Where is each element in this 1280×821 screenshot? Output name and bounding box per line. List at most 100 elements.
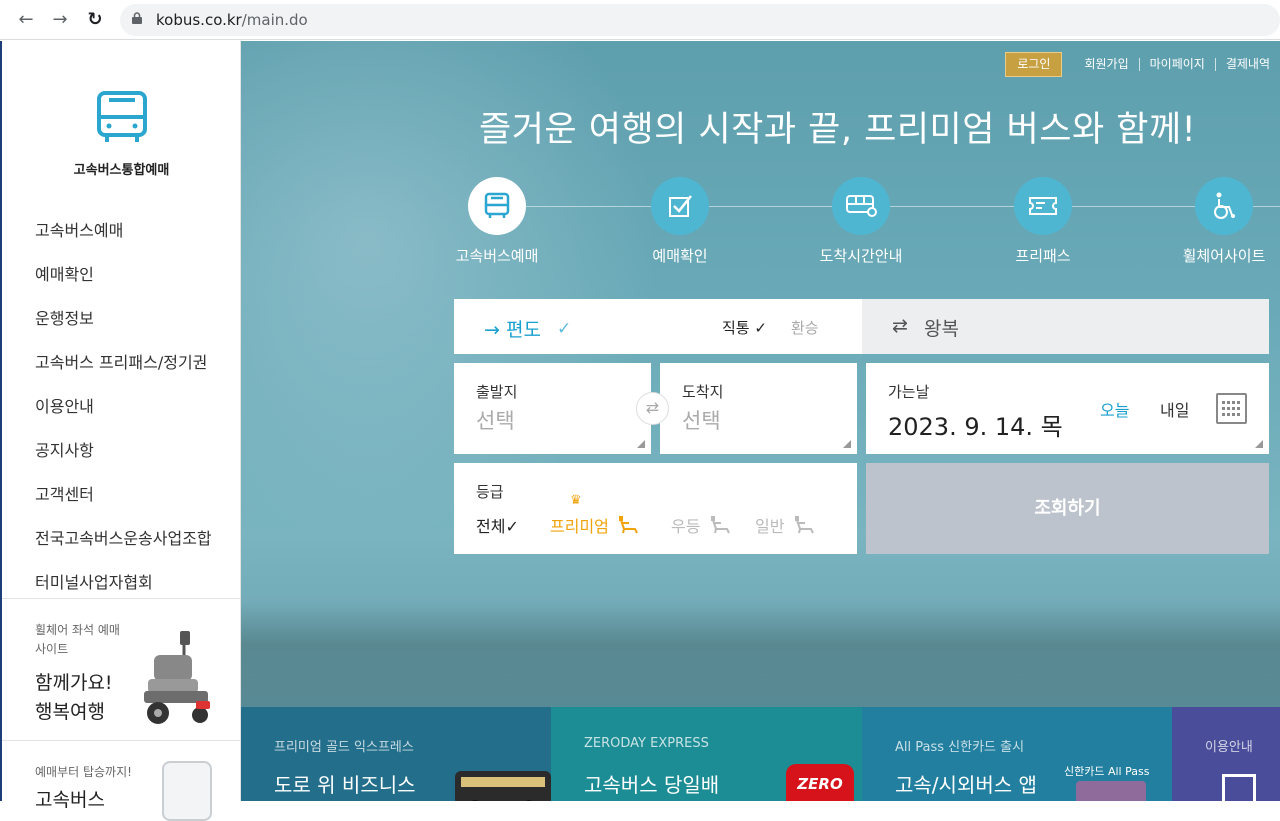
sidebar: 고속버스통합예매 고속버스예매 예매확인 운행정보 고속버스 프리패스/정기권 … — [0, 41, 241, 801]
arrival-selector[interactable]: 도착지 선택 — [660, 363, 857, 454]
forward-icon[interactable]: → — [48, 8, 72, 32]
checkbox-icon — [651, 177, 709, 235]
grade-normal-label: 일반 — [755, 517, 784, 536]
transfer-option[interactable]: 환승 — [791, 317, 819, 338]
sidebar-item-booking-check[interactable]: 예매확인 — [35, 261, 212, 305]
site-logo[interactable]: 고속버스통합예매 — [2, 89, 241, 178]
check-icon: ✓ — [505, 517, 518, 536]
tomorrow-button[interactable]: 내일 — [1160, 397, 1189, 421]
departure-value: 선택 — [476, 405, 515, 435]
app-promo-small: 예매부터 탑승까지! — [35, 763, 132, 780]
corner-indicator-icon — [1255, 440, 1263, 448]
check-icon: ✓ — [557, 319, 571, 339]
calendar-icon[interactable] — [1216, 393, 1247, 424]
departure-selector[interactable]: 출발지 선택 — [454, 363, 651, 454]
zeroday-logo-icon: ZERO — [786, 764, 854, 801]
service-label: 예매확인 — [605, 245, 755, 266]
seat-normal-icon — [793, 515, 815, 535]
today-button[interactable]: 오늘 — [1100, 397, 1129, 421]
grade-excellent-option[interactable]: 우등 — [671, 513, 731, 537]
seat-excellent-icon — [709, 515, 731, 535]
app-promo[interactable]: 예매부터 탑승까지! 고속버스 — [2, 740, 241, 801]
bus-illustration-icon — [453, 767, 551, 801]
banner-small: ZERODAY EXPRESS — [584, 736, 709, 751]
grade-normal-option[interactable]: 일반 — [755, 513, 815, 537]
grade-excellent-label: 우등 — [671, 517, 700, 536]
wheelchair-icon — [1195, 177, 1253, 235]
back-icon[interactable]: ← — [14, 8, 38, 32]
banner-big: 고속버스 당일배 — [584, 769, 719, 798]
corner-indicator-icon — [637, 440, 645, 448]
banner-premium-gold[interactable]: 프리미엄 골드 익스프레스 도로 위 비즈니스 — [241, 707, 551, 801]
payment-link[interactable]: 결제내역 — [1215, 58, 1280, 71]
corner-indicator-icon — [843, 440, 851, 448]
wheelchair-promo[interactable]: 휠체어 좌석 예매 사이트 함께가요! 행복여행 — [2, 598, 241, 740]
bus-logo-icon — [93, 89, 151, 145]
banner-usage-guide[interactable]: 이용안내 — [1172, 707, 1280, 801]
grade-all-option[interactable]: 전체✓ — [476, 513, 519, 537]
ticket-icon — [1014, 177, 1072, 235]
banner-zeroday[interactable]: ZERODAY EXPRESS 고속버스 당일배 ZERO — [551, 707, 862, 801]
check-icon: ✓ — [750, 319, 767, 337]
banner-small: 프리미엄 골드 익스프레스 — [274, 736, 414, 755]
swap-icon: ⇄ — [646, 398, 659, 417]
top-links: 로그인 회원가입 마이페이지 결제내역 — [1005, 51, 1280, 77]
oneway-tab[interactable]: → 편도 — [484, 315, 541, 342]
direct-option[interactable]: 직통 ✓ — [722, 317, 767, 338]
logo-text: 고속버스통합예매 — [2, 159, 241, 178]
sidebar-item-bus-association[interactable]: 전국고속버스운송사업조합 — [35, 525, 212, 569]
service-bus-booking[interactable]: 고속버스예매 — [422, 177, 572, 266]
service-arrival-time[interactable]: 도착시간안내 — [786, 177, 936, 266]
main-hero: 로그인 회원가입 마이페이지 결제내역 즐거운 여행의 시작과 끝, 프리미엄 … — [241, 41, 1280, 801]
service-label: 프리패스 — [968, 245, 1118, 266]
direct-label: 직통 — [722, 319, 750, 337]
departure-label: 출발지 — [476, 381, 517, 402]
service-label: 도착시간안내 — [786, 245, 936, 266]
bus-icon — [468, 177, 526, 235]
url-text: kobus.co.kr/main.do — [156, 11, 308, 29]
date-label: 가는날 — [888, 381, 929, 402]
sidebar-item-guide[interactable]: 이용안내 — [35, 393, 212, 437]
swap-stations-button[interactable]: ⇄ — [636, 392, 669, 425]
sidebar-item-notice[interactable]: 공지사항 — [35, 437, 212, 481]
service-freepass[interactable]: 프리패스 — [968, 177, 1118, 266]
reload-icon[interactable]: ↻ — [83, 8, 107, 32]
address-bar[interactable]: kobus.co.kr/main.do — [120, 4, 1280, 36]
grade-selector: 등급 전체✓ ♛ 프리미엄 우등 일반 — [454, 463, 857, 554]
service-booking-check[interactable]: 예매확인 — [605, 177, 755, 266]
banner-allpass-card[interactable]: All Pass 신한카드 출시 고속/시외버스 앱 신한카드 All Pass — [862, 707, 1172, 801]
date-value: 2023. 9. 14. 목 — [888, 407, 1063, 442]
signup-link[interactable]: 회원가입 — [1074, 58, 1138, 71]
grade-premium-option[interactable]: ♛ 프리미엄 — [550, 513, 639, 537]
arrival-value: 선택 — [682, 405, 721, 435]
swap-arrows-icon: ⇄ — [892, 315, 908, 337]
banner-small: All Pass 신한카드 출시 — [895, 736, 1024, 755]
mypage-link[interactable]: 마이페이지 — [1139, 58, 1215, 71]
arrow-right-icon: → — [484, 319, 506, 341]
roundtrip-tab[interactable]: ⇄ 왕복 — [862, 299, 1269, 354]
crown-icon: ♛ — [570, 493, 582, 508]
seat-premium-icon — [617, 515, 639, 535]
trip-type-bar: → 편도 ✓ 직통 ✓ 환승 ⇄ 왕복 — [454, 299, 1269, 354]
banner-small: 이용안내 — [1205, 736, 1253, 755]
wheelchair-illustration-icon — [136, 629, 216, 729]
card-label: 신한카드 All Pass — [1064, 763, 1149, 779]
date-selector[interactable]: 가는날 2023. 9. 14. 목 오늘 내일 — [866, 363, 1269, 454]
sidebar-item-freepass[interactable]: 고속버스 프리패스/정기권 — [35, 349, 212, 393]
login-button[interactable]: 로그인 — [1005, 52, 1062, 77]
grade-label: 등급 — [476, 481, 504, 502]
book-icon — [1222, 774, 1256, 801]
sidebar-item-operation-info[interactable]: 운행정보 — [35, 305, 212, 349]
arrival-label: 도착지 — [682, 381, 723, 402]
search-button[interactable]: 조회하기 — [866, 463, 1269, 554]
banner-big: 고속/시외버스 앱 — [895, 769, 1037, 798]
roundtrip-label: 왕복 — [924, 314, 959, 341]
grade-premium-label: 프리미엄 — [550, 517, 609, 536]
url-host: kobus.co.kr — [156, 11, 242, 29]
sidebar-item-customer-center[interactable]: 고객센터 — [35, 481, 212, 525]
sidebar-item-bus-booking[interactable]: 고속버스예매 — [35, 217, 212, 261]
url-path: /main.do — [242, 11, 308, 29]
service-wheelchair[interactable]: 휠체어사이트 — [1149, 177, 1280, 266]
grade-all-label: 전체 — [476, 517, 505, 536]
service-label: 휠체어사이트 — [1149, 245, 1280, 266]
